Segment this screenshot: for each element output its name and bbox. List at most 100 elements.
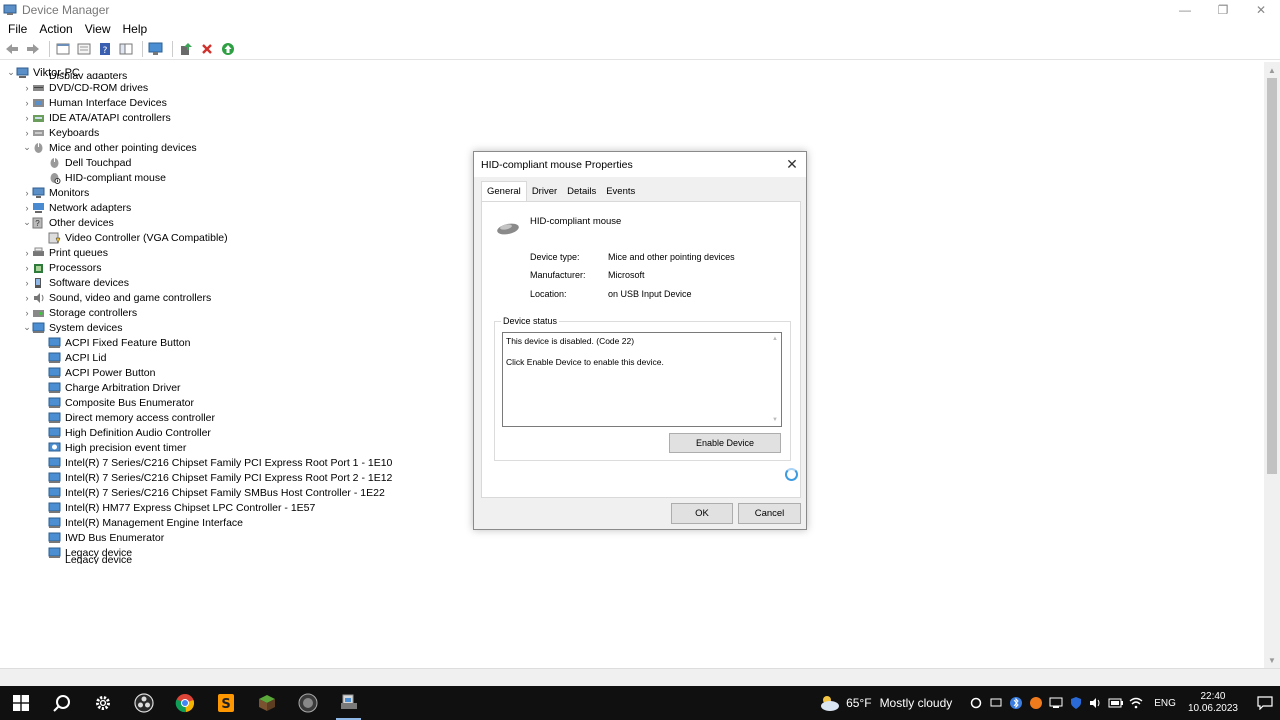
tree-category[interactable]: › Storage controllers [22,305,138,320]
weather-widget[interactable]: 65°F Mostly cloudy [818,694,952,712]
tree-device[interactable]: High precision event timer [38,440,186,455]
settings-taskbar-button[interactable] [82,686,123,720]
minimize-button[interactable]: — [1166,0,1204,20]
tree-category[interactable]: ⌄ Mice and other pointing devices [22,140,196,155]
tree-category[interactable]: › Software devices [22,275,129,290]
tree-device[interactable]: Video Controller (VGA Compatible) [38,230,228,245]
close-button[interactable]: ✕ [1242,0,1280,20]
expand-chevron-icon[interactable]: › [22,263,32,273]
expand-chevron-icon[interactable]: › [22,203,32,213]
tab-general[interactable]: General [481,181,527,201]
tab-driver[interactable]: Driver [527,183,562,201]
menu-view[interactable]: View [80,22,116,36]
tree-vertical-scrollbar[interactable]: ▲ ▼ [1264,62,1280,668]
enable-device-toolbar-button[interactable] [219,40,237,58]
copilot-tray-icon[interactable] [966,686,986,720]
device-manager-taskbar-button[interactable] [328,686,369,720]
cancel-button[interactable]: Cancel [738,503,801,524]
tree-device[interactable]: Intel(R) 7 Series/C216 Chipset Family SM… [38,485,385,500]
dialog-close-icon[interactable]: ✕ [784,156,800,172]
scroll-down-icon[interactable]: ▼ [1264,652,1280,668]
tree-device[interactable]: Direct memory access controller [38,410,215,425]
expand-chevron-icon[interactable]: › [22,248,32,258]
bluetooth-tray-icon[interactable] [1006,686,1026,720]
minecraft-taskbar-button[interactable] [246,686,287,720]
tree-device[interactable]: High Definition Audio Controller [38,425,211,440]
scroll-up-icon[interactable]: ▲ [769,333,781,345]
tab-details[interactable]: Details [562,183,601,201]
start-button[interactable] [0,686,41,720]
tree-device[interactable]: Intel(R) 7 Series/C216 Chipset Family PC… [38,470,392,485]
language-indicator[interactable]: ENG [1154,698,1176,709]
search-button[interactable] [41,686,82,720]
tree-device[interactable]: Intel(R) 7 Series/C216 Chipset Family PC… [38,455,392,470]
tree-device[interactable]: IWD Bus Enumerator [38,530,164,545]
tree-category[interactable]: › Print queues [22,245,108,260]
expand-chevron-icon[interactable]: › [22,293,32,303]
expand-chevron-icon[interactable]: › [22,278,32,288]
battery-tray-icon[interactable] [1106,686,1126,720]
status-scrollbar[interactable]: ▲ ▼ [769,333,781,426]
tree-category[interactable]: › Keyboards [22,125,100,140]
tree-device[interactable]: Charge Arbitration Driver [38,380,181,395]
volume-tray-icon[interactable] [1086,686,1106,720]
menu-help[interactable]: Help [118,22,153,36]
scroll-down-icon[interactable]: ▼ [769,414,781,426]
tree-device[interactable]: ACPI Lid [38,350,106,365]
properties-view-button[interactable] [75,40,93,58]
tab-events[interactable]: Events [601,183,640,201]
tree-category[interactable]: › Processors [22,260,102,275]
tree-category[interactable]: › Network adapters [22,200,132,215]
update-driver-button[interactable] [177,40,195,58]
app-taskbar-button[interactable] [287,686,328,720]
tree-device[interactable]: ACPI Power Button [38,365,155,380]
tree-device[interactable]: ACPI Fixed Feature Button [38,335,190,350]
sublime-taskbar-button[interactable]: S [205,686,246,720]
tree-device[interactable]: Dell Touchpad [38,155,131,170]
collapse-chevron-icon[interactable]: ⌄ [22,322,32,333]
collapse-chevron-icon[interactable]: ⌄ [6,67,16,78]
enable-device-button[interactable]: Enable Device [669,433,781,453]
clock[interactable]: 22:40 10.06.2023 [1188,691,1238,715]
back-button[interactable] [3,40,21,58]
notification-center-button[interactable] [1250,686,1280,720]
avast-tray-icon[interactable] [1026,686,1046,720]
security-tray-icon[interactable] [1066,686,1086,720]
tree-item-partial-top[interactable]: Display adapters [22,73,127,79]
tree-category[interactable]: › DVD/CD-ROM drives [22,80,149,95]
uninstall-device-button[interactable] [198,40,216,58]
help-button[interactable]: ? [96,40,114,58]
expand-chevron-icon[interactable]: › [22,83,32,93]
ok-button[interactable]: OK [671,503,733,524]
tree-category[interactable]: › IDE ATA/ATAPI controllers [22,110,171,125]
chrome-taskbar-button[interactable] [164,686,205,720]
tree-device[interactable]: Intel(R) HM77 Express Chipset LPC Contro… [38,500,315,515]
network-tray-icon[interactable] [1046,686,1066,720]
expand-chevron-icon[interactable]: › [22,188,32,198]
show-hide-console-tree-button[interactable] [54,40,72,58]
tree-item-partial-bottom[interactable]: Legacy device [38,556,132,564]
expand-chevron-icon[interactable]: › [22,113,32,123]
expand-chevron-icon[interactable]: › [22,128,32,138]
tree-category[interactable]: › Monitors [22,185,90,200]
tree-category[interactable]: ⌄? Other devices [22,215,114,230]
scroll-up-icon[interactable]: ▲ [1264,62,1280,78]
menu-action[interactable]: Action [34,22,77,36]
console-view-button[interactable] [117,40,135,58]
obs-taskbar-button[interactable] [123,686,164,720]
device-status-textbox[interactable]: This device is disabled. (Code 22) Click… [502,332,782,427]
collapse-chevron-icon[interactable]: ⌄ [22,142,32,153]
tree-device[interactable]: Intel(R) Management Engine Interface [38,515,243,530]
scan-hardware-button[interactable] [147,40,165,58]
menu-file[interactable]: File [3,22,32,36]
scroll-thumb[interactable] [1267,78,1277,474]
tree-category[interactable]: ⌄ System devices [22,320,122,335]
expand-chevron-icon[interactable]: › [22,98,32,108]
wifi-tray-icon[interactable] [1126,686,1146,720]
forward-button[interactable] [24,40,42,58]
restore-button[interactable]: ❐ [1204,0,1242,20]
tree-category[interactable]: › Human Interface Devices [22,95,167,110]
collapse-chevron-icon[interactable]: ⌄ [22,217,32,228]
tree-category[interactable]: › Sound, video and game controllers [22,290,212,305]
display-tray-icon[interactable] [986,686,1006,720]
